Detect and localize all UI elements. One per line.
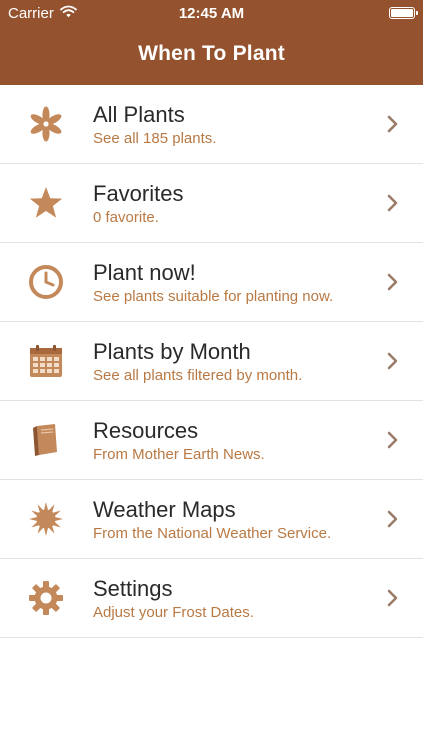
menu-item-text: Weather Maps From the National Weather S… [93, 497, 331, 544]
menu-item-title: Weather Maps [93, 497, 236, 522]
menu-item-weather-maps[interactable]: Weather Maps From the National Weather S… [0, 480, 423, 559]
battery-icon [389, 7, 418, 19]
menu-item-text: Settings Adjust your Frost Dates. [93, 576, 254, 623]
clock-icon [29, 265, 63, 299]
menu-item-subtitle: From the National Weather Service. [93, 525, 332, 542]
chevron-right-icon [387, 273, 398, 291]
menu-item-text: Favorites 0 favorite. [93, 181, 183, 228]
menu-item-all-plants[interactable]: All Plants See all 185 plants. [0, 85, 423, 164]
menu-item-subtitle: See all plants filtered by month. [93, 367, 303, 384]
chevron-right-icon [387, 115, 398, 133]
app-screen: Carrier 12:45 AM When To Plant All Plant… [0, 0, 423, 750]
page-title: When To Plant [138, 42, 285, 65]
menu-item-favorites[interactable]: Favorites 0 favorite. [0, 164, 423, 243]
chevron-right-icon [387, 510, 398, 528]
chevron-right-icon [387, 194, 398, 212]
main-menu: All Plants See all 185 plants. Favorites… [0, 85, 423, 638]
chevron-right-icon [387, 352, 398, 370]
navigation-header: Carrier 12:45 AM When To Plant [0, 0, 423, 85]
flower-icon [30, 106, 62, 142]
menu-item-resources[interactable]: Resources From Mother Earth News. [0, 401, 423, 480]
book-icon [33, 424, 57, 456]
menu-item-title: Plant now! [93, 260, 196, 285]
menu-item-text: Plants by Month See all plants filtered … [93, 339, 302, 386]
status-time: 12:45 AM [178, 5, 245, 22]
menu-item-subtitle: See all 185 plants. [93, 130, 217, 147]
chevron-right-icon [387, 589, 398, 607]
gear-icon [29, 581, 63, 615]
chevron-right-icon [387, 431, 398, 449]
menu-item-text: All Plants See all 185 plants. [93, 102, 216, 149]
menu-item-title: Resources [93, 418, 199, 443]
menu-item-subtitle: Adjust your Frost Dates. [93, 604, 254, 621]
battery-fill [391, 9, 413, 17]
menu-item-settings[interactable]: Settings Adjust your Frost Dates. [0, 559, 423, 638]
star-icon [29, 187, 63, 218]
menu-item-subtitle: 0 favorite. [93, 209, 159, 226]
menu-item-subtitle: See plants suitable for planting now. [93, 288, 334, 305]
menu-item-title: Settings [93, 576, 173, 601]
menu-item-text: Plant now! See plants suitable for plant… [93, 260, 333, 307]
menu-item-title: Plants by Month [93, 339, 251, 364]
menu-item-subtitle: From Mother Earth News. [93, 446, 265, 463]
menu-item-title: Favorites [93, 181, 184, 206]
sun-icon [29, 502, 63, 536]
calendar-icon [30, 345, 62, 377]
status-bar: Carrier 12:45 AM [0, 0, 423, 28]
menu-item-plant-now[interactable]: Plant now! See plants suitable for plant… [0, 243, 423, 322]
menu-item-plants-by-month[interactable]: Plants by Month See all plants filtered … [0, 322, 423, 401]
menu-item-text: Resources From Mother Earth News. [93, 418, 265, 465]
menu-item-title: All Plants [93, 102, 185, 127]
